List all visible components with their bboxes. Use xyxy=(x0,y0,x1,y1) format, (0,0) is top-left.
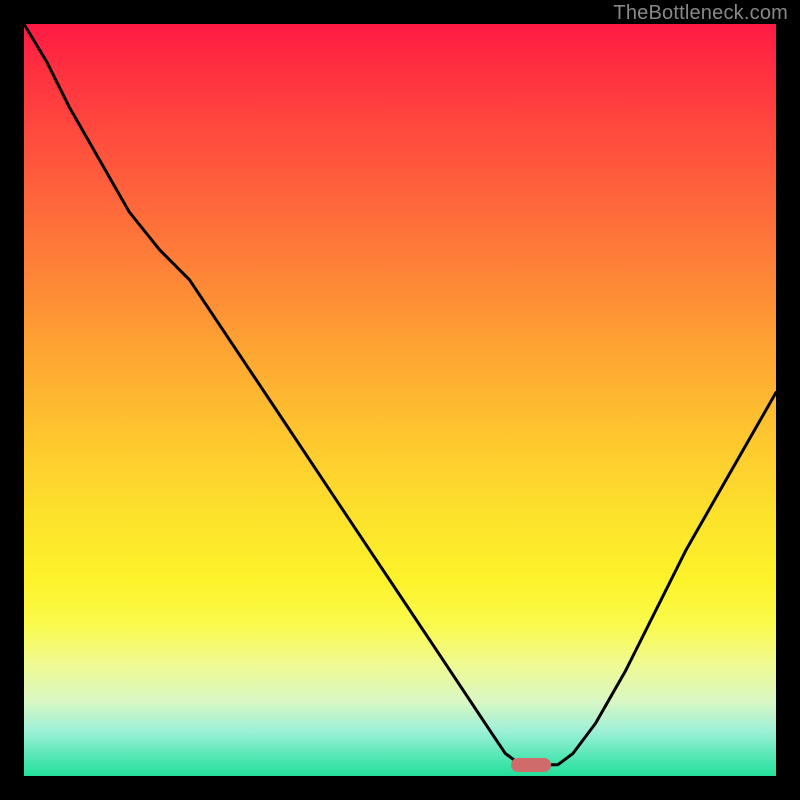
optimum-marker xyxy=(511,758,551,772)
chart-curve xyxy=(24,24,776,776)
watermark-text: TheBottleneck.com xyxy=(613,2,788,25)
chart-plot-area xyxy=(24,24,776,776)
